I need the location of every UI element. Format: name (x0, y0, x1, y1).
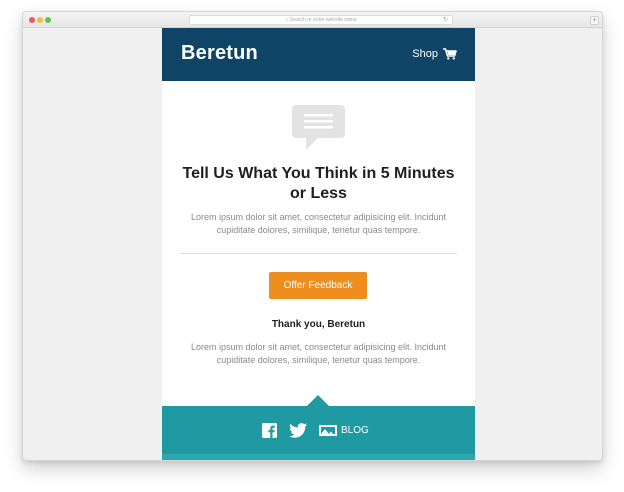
thanks-text: Thank you, Beretun (271, 319, 366, 330)
email-body: Beretun Shop Tell Us What You Think in 5… (162, 28, 475, 460)
footer-bottom-strip (162, 454, 475, 460)
reload-icon[interactable]: ↻ (443, 16, 448, 25)
headline: Tell Us What You Think in 5 Minutes or L… (182, 165, 455, 202)
new-tab-button[interactable]: + (590, 16, 599, 25)
divider (180, 253, 457, 254)
email-header: Beretun Shop (162, 28, 475, 81)
zoom-window-button[interactable] (45, 17, 51, 23)
blog-label: BLOG (341, 425, 369, 436)
facebook-icon[interactable] (262, 423, 277, 438)
address-placeholder: Search or enter website name (290, 17, 357, 23)
shop-link[interactable]: Shop (412, 48, 457, 60)
brand-logo-text[interactable]: Beretun (181, 42, 258, 65)
blog-icon (319, 424, 337, 437)
offer-feedback-button[interactable]: Offer Feedback (269, 272, 367, 299)
minimize-window-button[interactable] (37, 17, 43, 23)
browser-toolbar: ⌕ Search or enter website name ↻ + (23, 12, 602, 28)
outro-text: Lorem ipsum dolor sit amet, consectetur … (190, 342, 447, 365)
close-window-button[interactable] (29, 17, 35, 23)
intro-text: Lorem ipsum dolor sit amet, consectetur … (190, 212, 447, 235)
search-icon: ⌕ (285, 17, 289, 23)
speech-bubble-icon (292, 105, 345, 156)
shop-label: Shop (412, 48, 438, 60)
twitter-icon[interactable] (289, 423, 307, 438)
footer-notch (307, 395, 329, 406)
email-footer: BLOG (162, 406, 475, 460)
blog-link[interactable]: BLOG (319, 424, 369, 437)
browser-window: ⌕ Search or enter website name ↻ + Beretu… (22, 11, 603, 461)
address-bar[interactable]: ⌕ Search or enter website name ↻ (189, 15, 453, 25)
social-links: BLOG (262, 423, 369, 438)
cart-icon (443, 48, 457, 60)
